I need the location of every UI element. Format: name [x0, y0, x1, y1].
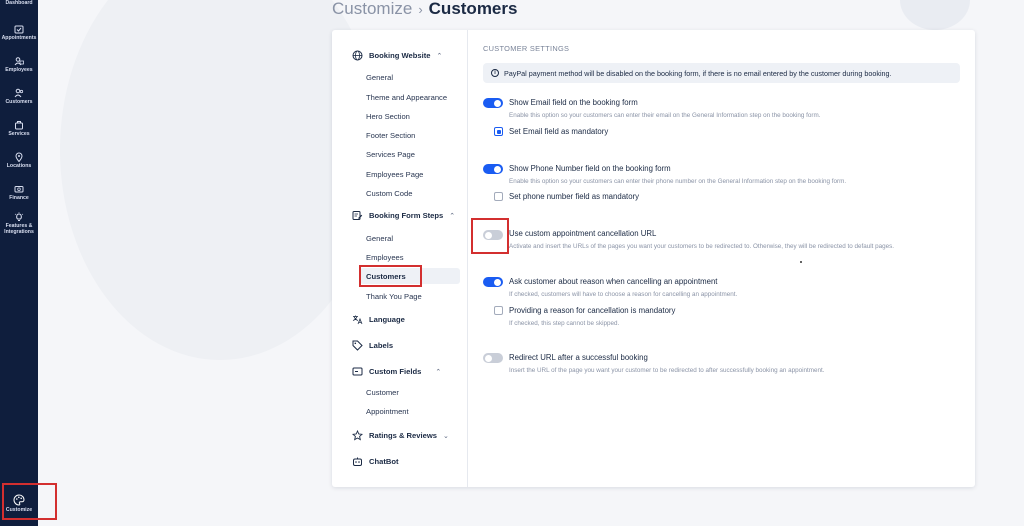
annotation-highlight-toggle	[471, 218, 509, 254]
section-title: CUSTOMER SETTINGS	[483, 44, 570, 53]
breadcrumb-current: Customers	[428, 0, 518, 18]
subnav-item-language[interactable]: Language	[352, 314, 405, 325]
subnav-item-form-general[interactable]: General	[366, 234, 393, 243]
annotation-highlight-customize	[2, 483, 57, 520]
option-label-email-mandatory: Set Email field as mandatory	[509, 127, 609, 136]
form-edit-icon	[352, 211, 363, 220]
checkbox-reason-mandatory[interactable]	[494, 306, 503, 315]
breadcrumb-separator: ›	[418, 2, 423, 17]
rail-item-customers[interactable]: Customers	[0, 88, 38, 105]
rail-item-label: Employees	[5, 67, 33, 73]
rail-item-finance[interactable]: Finance	[0, 184, 38, 201]
toggle-ask-cancel-reason[interactable]	[483, 277, 503, 287]
page-title: Customize › Customers	[332, 0, 517, 19]
option-desc-show-email: Enable this option so your customers can…	[509, 112, 821, 119]
checkbox-email-mandatory[interactable]	[494, 127, 503, 136]
option-desc-show-phone: Enable this option so your customers can…	[509, 178, 847, 185]
option-label-redirect-url: Redirect URL after a successful booking	[509, 353, 648, 362]
chatbot-icon	[353, 457, 362, 466]
rail-item-label: Features & Integrations	[4, 223, 34, 235]
background-shape	[900, 0, 970, 30]
subnav-item-label: Language	[369, 315, 405, 324]
subnav-item-services-page[interactable]: Services Page	[366, 150, 415, 159]
rail-item-label: Finance	[9, 195, 29, 201]
rail-item-dashboard[interactable]: Dashboard	[0, 0, 38, 6]
subnav-item-label: Labels	[369, 341, 394, 350]
employees-icon	[14, 57, 24, 66]
stray-dot	[800, 261, 802, 263]
subnav-item-appointment[interactable]: Appointment	[366, 407, 409, 416]
subnav-group-ratings-reviews[interactable]: Ratings & Reviews ⌄	[352, 430, 449, 441]
option-label-ask-cancel-reason: Ask customer about reason when cancellin…	[509, 277, 718, 286]
subnav-group-label: Booking Form Steps	[369, 211, 444, 220]
option-label-show-phone: Show Phone Number field on the booking f…	[509, 164, 671, 173]
rail-item-employees[interactable]: Employees	[0, 56, 38, 73]
info-text: PayPal payment method will be disabled o…	[504, 68, 892, 78]
calendar-check-icon	[14, 25, 24, 34]
tag-icon	[352, 340, 363, 351]
subnav-item-custom-code[interactable]: Custom Code	[366, 189, 412, 198]
annotation-highlight-customers	[359, 265, 422, 287]
checkbox-phone-mandatory[interactable]	[494, 192, 503, 201]
globe-icon	[352, 50, 363, 61]
rail-item-features-integrations[interactable]: Features & Integrations	[0, 212, 38, 235]
rail-item-label: Locations	[6, 163, 32, 169]
chevron-up-icon: ⌃	[435, 368, 442, 376]
subnav-item-employees-page[interactable]: Employees Page	[366, 170, 423, 179]
subnav-item-chatbot[interactable]: ChatBot	[352, 456, 399, 467]
bulb-icon	[14, 212, 24, 221]
toggle-show-phone[interactable]	[483, 164, 503, 174]
location-pin-icon	[15, 152, 23, 162]
option-label-phone-mandatory: Set phone number field as mandatory	[509, 192, 640, 201]
chevron-up-icon: ⌃	[436, 52, 443, 60]
option-desc-reason-mandatory: If checked, this step cannot be skipped.	[509, 320, 620, 327]
star-icon	[352, 430, 363, 441]
subnav-item-label: ChatBot	[369, 457, 399, 466]
subnav-item-theme-appearance[interactable]: Theme and Appearance	[366, 93, 447, 102]
subnav-item-form-employees[interactable]: Employees	[366, 253, 404, 262]
main-sidebar: Dashboard Appointments Employees Custome…	[0, 0, 38, 526]
option-desc-custom-cancellation-url: Activate and insert the URLs of the page…	[509, 243, 895, 250]
chevron-up-icon: ⌃	[449, 212, 456, 220]
rail-item-label: Dashboard	[5, 0, 33, 6]
translate-icon	[352, 315, 363, 325]
toggle-redirect-url[interactable]	[483, 353, 503, 363]
option-label-show-email: Show Email field on the booking form	[509, 98, 638, 107]
info-banner: i PayPal payment method will be disabled…	[483, 63, 960, 83]
rail-item-services[interactable]: Services	[0, 120, 38, 137]
toggle-show-email[interactable]	[483, 98, 503, 108]
option-label-reason-mandatory: Providing a reason for cancellation is m…	[509, 306, 676, 315]
subnav-group-booking-website[interactable]: Booking Website ⌃	[352, 50, 442, 61]
subnav-group-booking-form-steps[interactable]: Booking Form Steps ⌃	[352, 210, 455, 221]
subnav-item-thank-you-page[interactable]: Thank You Page	[366, 292, 422, 301]
subnav-group-custom-fields[interactable]: Custom Fields ⌃	[352, 366, 441, 377]
subnav-group-label: Ratings & Reviews	[369, 431, 437, 440]
rail-item-locations[interactable]: Locations	[0, 152, 38, 169]
rail-item-label: Customers	[5, 99, 33, 105]
info-icon: i	[491, 69, 499, 77]
chevron-down-icon: ⌄	[442, 432, 449, 440]
subnav-item-hero-section[interactable]: Hero Section	[366, 112, 410, 121]
rail-item-appointments[interactable]: Appointments	[0, 24, 38, 41]
customize-subnav: Booking Website ⌃ General Theme and Appe…	[332, 30, 468, 487]
customize-card: Booking Website ⌃ General Theme and Appe…	[332, 30, 975, 487]
option-label-custom-cancellation-url: Use custom appointment cancellation URL	[509, 229, 657, 238]
customers-icon	[14, 88, 24, 98]
breadcrumb-customize[interactable]: Customize	[332, 0, 412, 18]
subnav-item-labels[interactable]: Labels	[352, 340, 393, 351]
custom-fields-icon	[352, 367, 363, 376]
rail-item-label: Services	[8, 131, 30, 137]
subnav-group-label: Booking Website	[369, 51, 431, 60]
subnav-item-customer[interactable]: Customer	[366, 388, 399, 397]
services-icon	[15, 121, 23, 130]
option-desc-ask-cancel-reason: If checked, customers will have to choos…	[509, 291, 738, 298]
subnav-group-label: Custom Fields	[369, 367, 422, 376]
finance-icon	[14, 186, 24, 193]
subnav-item-footer-section[interactable]: Footer Section	[366, 131, 415, 140]
rail-item-label: Appointments	[1, 35, 37, 41]
subnav-item-general[interactable]: General	[366, 73, 393, 82]
option-desc-redirect-url: Insert the URL of the page you want your…	[509, 367, 825, 374]
